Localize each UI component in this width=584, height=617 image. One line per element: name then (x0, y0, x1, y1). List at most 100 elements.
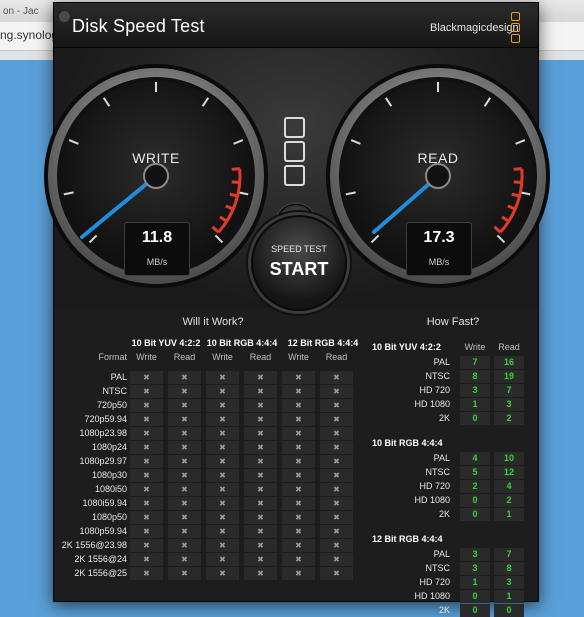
x-mark-icon: ✖ (282, 441, 315, 454)
x-mark-icon: ✖ (206, 525, 239, 538)
format-label: 1080p24 (91, 442, 127, 452)
table-row: 2K 1556@23.98 ✖ ✖ ✖ ✖ ✖ ✖ (58, 539, 368, 552)
table-row: 1080p30 ✖ ✖ ✖ ✖ ✖ ✖ (58, 469, 368, 482)
x-mark-icon: ✖ (130, 427, 163, 440)
format-label: 2K (438, 413, 450, 423)
title-bar[interactable]: Disk Speed Test Blackmagicdesign (54, 3, 538, 48)
x-mark-icon: ✖ (130, 469, 163, 482)
will-group-header: 10 Bit RGB 4:4:4 (206, 338, 278, 348)
write-fps-value: 0 (460, 604, 490, 617)
write-column-header: Write (464, 342, 486, 352)
status-indicator-2 (284, 141, 305, 162)
x-mark-icon: ✖ (244, 427, 277, 440)
x-mark-icon: ✖ (320, 539, 353, 552)
write-fps-value: 0 (460, 590, 490, 603)
x-mark-icon: ✖ (244, 511, 277, 524)
format-label: NTSC (425, 563, 451, 573)
table-row: 1080p24 ✖ ✖ ✖ ✖ ✖ ✖ (58, 441, 368, 454)
format-label: 720p59.94 (84, 414, 127, 424)
write-speed-value: 11.8 (141, 229, 173, 246)
x-mark-icon: ✖ (206, 455, 239, 468)
x-mark-icon: ✖ (244, 441, 277, 454)
x-mark-icon: ✖ (244, 553, 277, 566)
format-label: PAL (433, 453, 450, 463)
table-row: 720p50 ✖ ✖ ✖ ✖ ✖ ✖ (58, 399, 368, 412)
x-mark-icon: ✖ (168, 455, 201, 468)
blackmagic-logo-icon (511, 12, 520, 43)
x-mark-icon: ✖ (282, 553, 315, 566)
format-label: PAL (433, 357, 450, 367)
x-mark-icon: ✖ (244, 539, 277, 552)
table-row: 720p59.94 ✖ ✖ ✖ ✖ ✖ ✖ (58, 413, 368, 426)
how-group-header: 12 Bit RGB 4:4:4 (372, 534, 443, 544)
x-mark-icon: ✖ (206, 399, 239, 412)
write-gauge: WRITE 11.8 MB/s (42, 62, 270, 290)
x-mark-icon: ✖ (282, 399, 315, 412)
start-button-caption: SPEED TEST (271, 244, 327, 254)
x-mark-icon: ✖ (168, 469, 201, 482)
x-mark-icon: ✖ (320, 483, 353, 496)
format-label: 1080i50 (94, 484, 127, 494)
x-mark-icon: ✖ (130, 511, 163, 524)
close-window-button[interactable] (58, 10, 71, 23)
write-fps-value: 3 (460, 384, 490, 397)
browser-tab[interactable]: on - Jac (0, 2, 61, 22)
app-title: Disk Speed Test (72, 16, 205, 36)
table-row: NTSC 3 8 (372, 562, 534, 575)
format-label: PAL (433, 549, 450, 559)
format-label: 2K (438, 509, 450, 519)
redline-tick (231, 167, 240, 171)
format-label: 2K 1556@23.98 (61, 540, 127, 550)
write-fps-value: 2 (460, 480, 490, 493)
write-fps-value: 0 (460, 508, 490, 521)
x-mark-icon: ✖ (244, 497, 277, 510)
x-mark-icon: ✖ (130, 483, 163, 496)
x-mark-icon: ✖ (320, 441, 353, 454)
x-mark-icon: ✖ (320, 371, 353, 384)
format-label: HD 1080 (414, 591, 450, 601)
x-mark-icon: ✖ (206, 385, 239, 398)
write-speed-unit: MB/s (146, 257, 168, 267)
read-gauge: READ 17.3 MB/s (324, 62, 552, 290)
table-row: 2K 0 2 (372, 412, 534, 425)
x-mark-icon: ✖ (130, 371, 163, 384)
table-row: PAL ✖ ✖ ✖ ✖ ✖ ✖ (58, 371, 368, 384)
write-fps-value: 1 (460, 576, 490, 589)
redline-tick (229, 192, 238, 198)
x-mark-icon: ✖ (168, 427, 201, 440)
table-row: 2K 0 1 (372, 508, 534, 521)
x-mark-icon: ✖ (282, 525, 315, 538)
x-mark-icon: ✖ (130, 539, 163, 552)
write-fps-value: 4 (460, 452, 490, 465)
x-mark-icon: ✖ (168, 483, 201, 496)
x-mark-icon: ✖ (282, 483, 315, 496)
read-fps-value: 7 (494, 384, 524, 397)
status-indicator-1 (284, 117, 305, 138)
x-mark-icon: ✖ (244, 399, 277, 412)
x-mark-icon: ✖ (168, 567, 201, 580)
table-row: HD 1080 0 2 (372, 494, 534, 507)
format-label: HD 720 (419, 385, 450, 395)
write-fps-value: 0 (460, 494, 490, 507)
x-mark-icon: ✖ (320, 385, 353, 398)
x-mark-icon: ✖ (282, 385, 315, 398)
format-label: HD 720 (419, 577, 450, 587)
redline-tick (231, 180, 240, 184)
x-mark-icon: ✖ (320, 567, 353, 580)
table-row: 2K 1556@24 ✖ ✖ ✖ ✖ ✖ ✖ (58, 553, 368, 566)
x-mark-icon: ✖ (244, 413, 277, 426)
x-mark-icon: ✖ (282, 539, 315, 552)
start-button[interactable]: SPEED TEST START (251, 215, 347, 311)
redline-tick (513, 167, 522, 171)
write-gauge-label: WRITE (132, 150, 180, 166)
x-mark-icon: ✖ (244, 525, 277, 538)
x-mark-icon: ✖ (320, 455, 353, 468)
x-mark-icon: ✖ (130, 553, 163, 566)
table-row: 1080i50 ✖ ✖ ✖ ✖ ✖ ✖ (58, 483, 368, 496)
format-label: HD 1080 (414, 495, 450, 505)
x-mark-icon: ✖ (282, 413, 315, 426)
x-mark-icon: ✖ (168, 371, 201, 384)
x-mark-icon: ✖ (282, 497, 315, 510)
x-mark-icon: ✖ (130, 525, 163, 538)
table-row: 1080p23.98 ✖ ✖ ✖ ✖ ✖ ✖ (58, 427, 368, 440)
